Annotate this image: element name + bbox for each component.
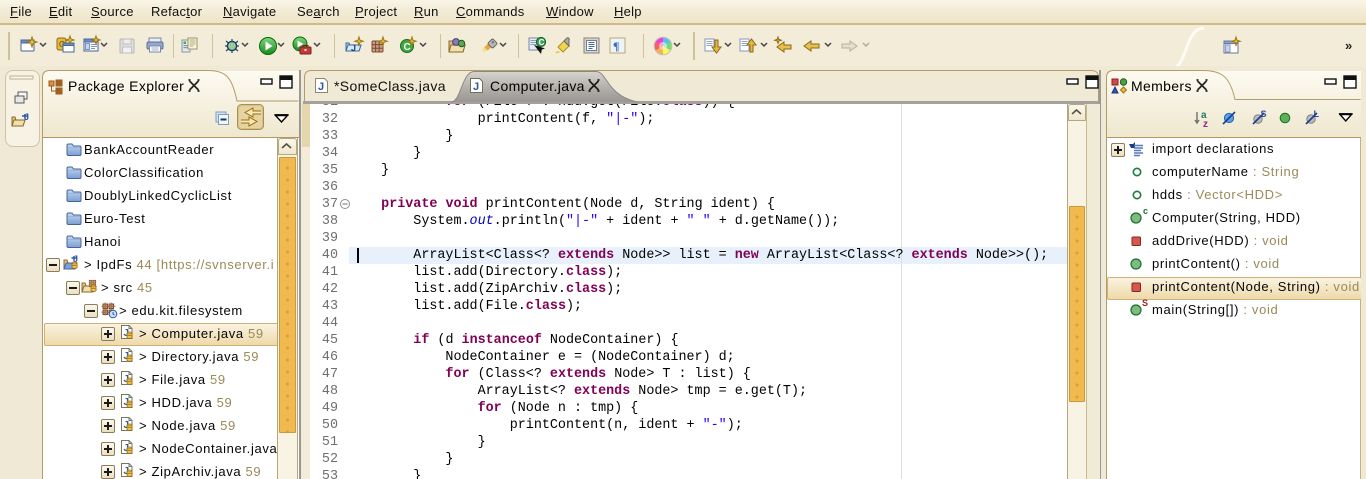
svg-text:C: C bbox=[539, 38, 545, 47]
svg-text:J: J bbox=[318, 81, 324, 93]
svg-text:J: J bbox=[473, 81, 479, 93]
svg-text:C: C bbox=[404, 42, 411, 53]
svg-text:c: c bbox=[1143, 206, 1148, 216]
svg-text:¶: ¶ bbox=[613, 39, 619, 53]
svg-text:»: » bbox=[1345, 38, 1352, 53]
svg-text:J: J bbox=[24, 112, 29, 122]
svg-text:J: J bbox=[351, 43, 356, 53]
svg-text:S: S bbox=[1142, 298, 1148, 308]
svg-text:z: z bbox=[1203, 119, 1208, 130]
